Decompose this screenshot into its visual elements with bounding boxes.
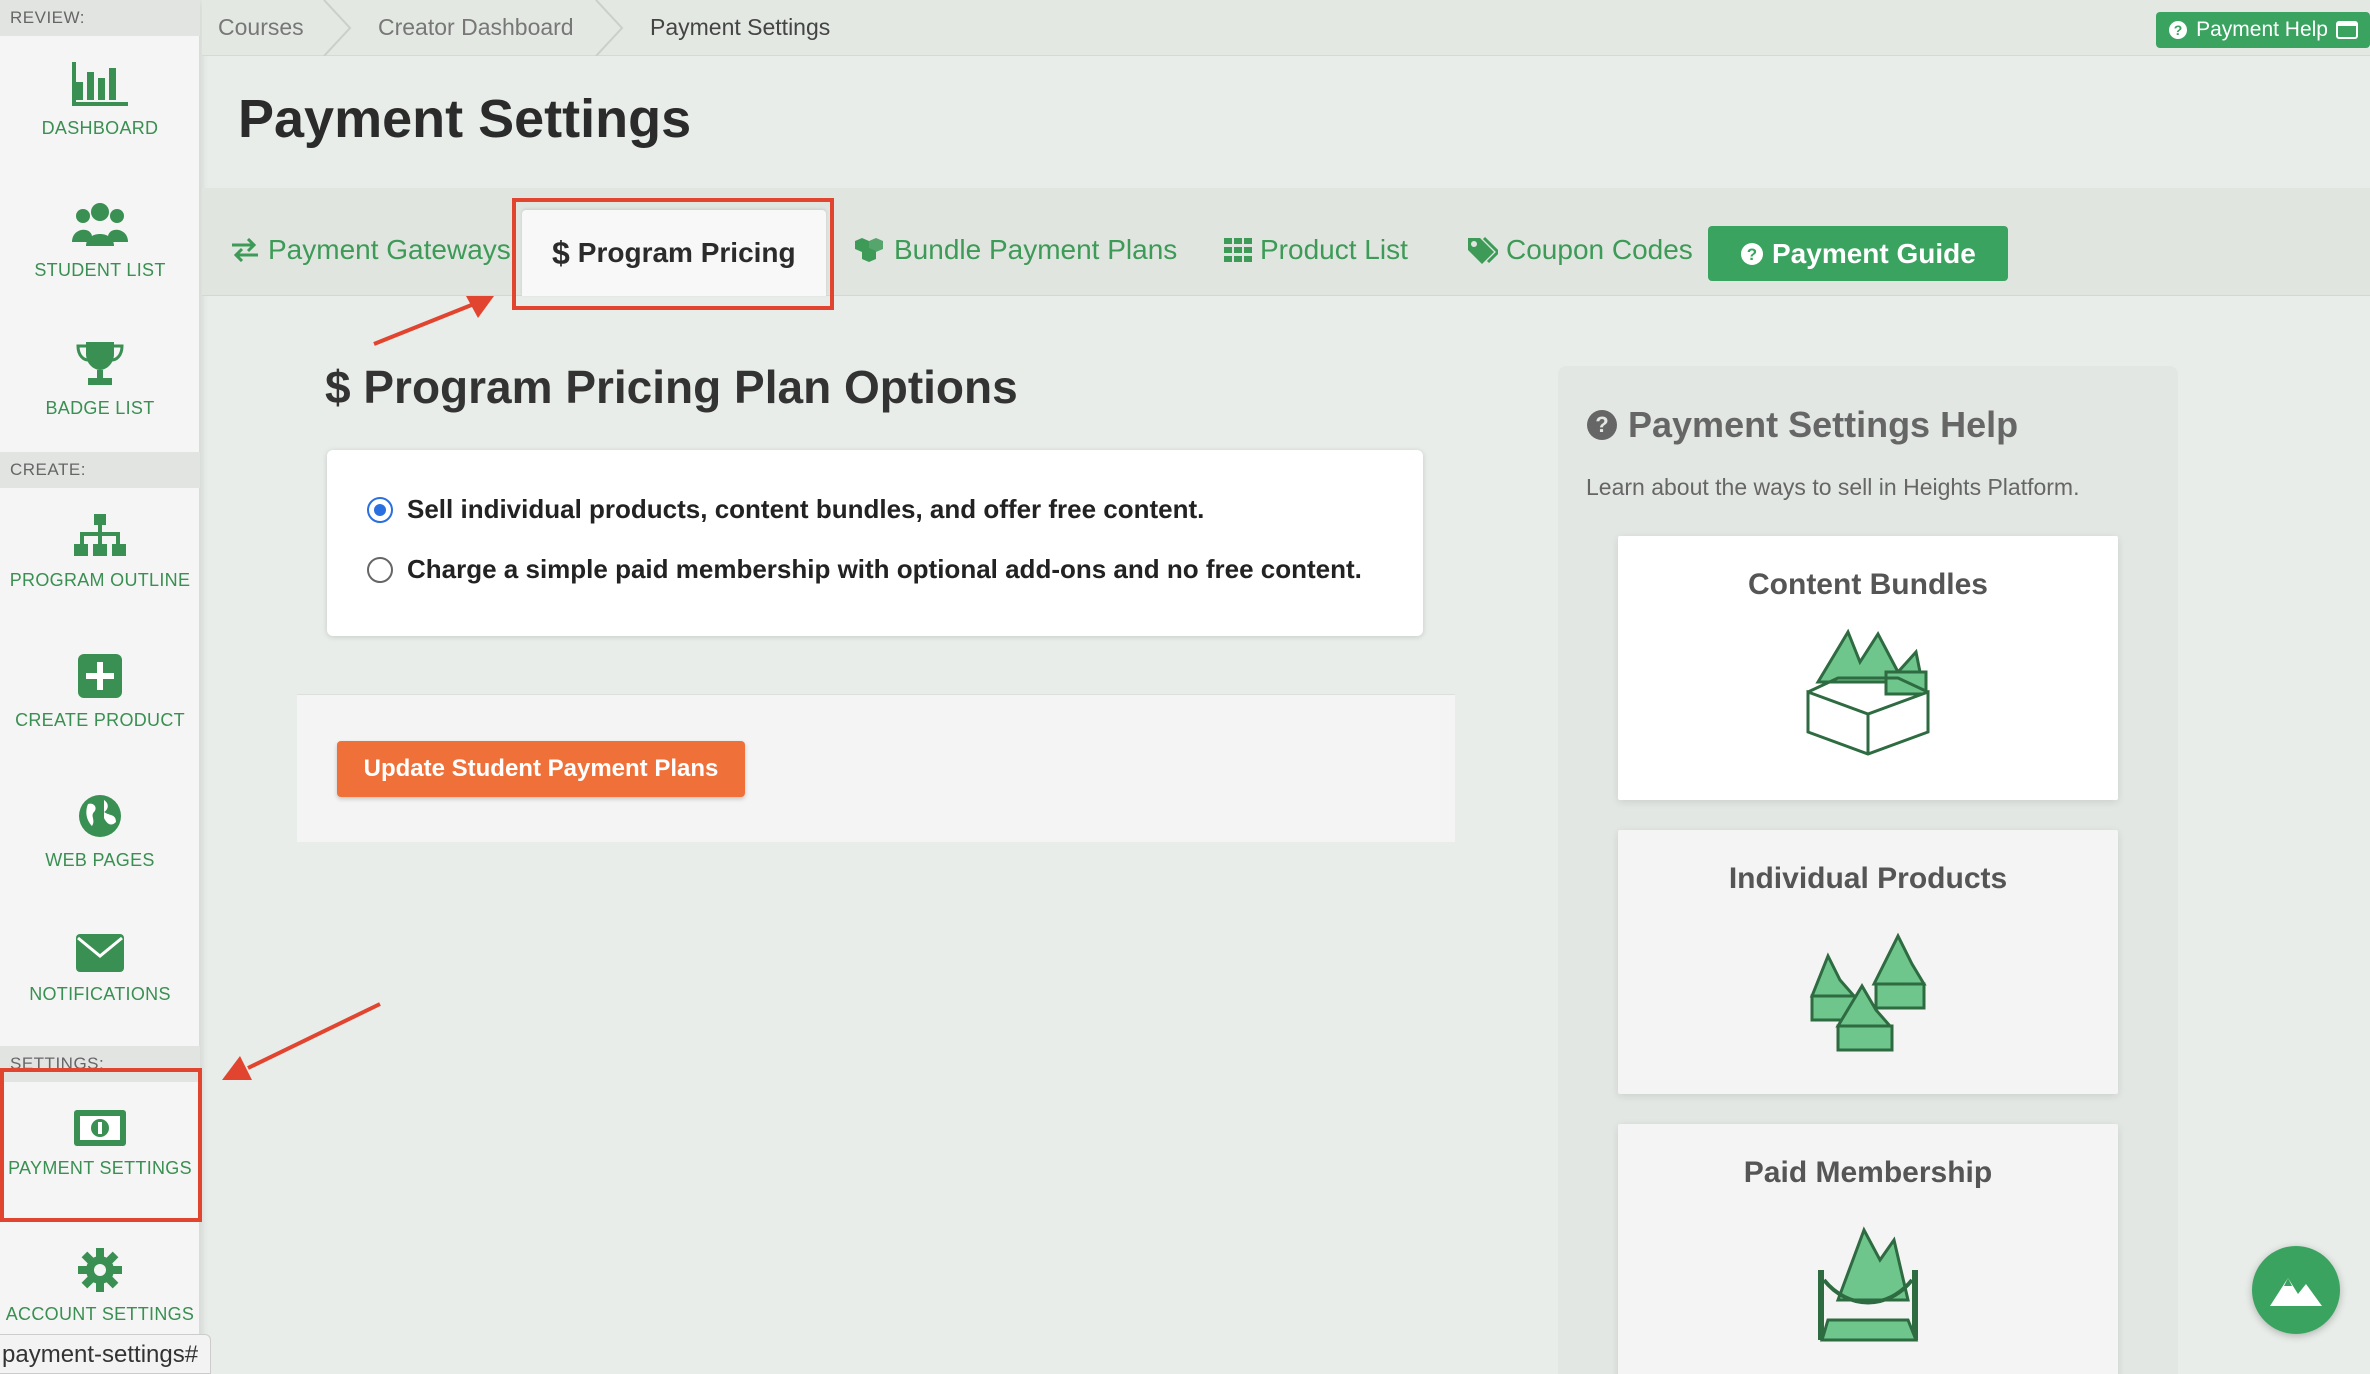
sidebar-item-create-product[interactable]: CREATE PRODUCT [0,654,200,784]
payment-help-label: Payment Help [2196,18,2328,41]
sidebar-item-label: DASHBOARD [41,118,159,138]
payment-help-button[interactable]: ? Payment Help [2156,12,2370,48]
chevron-right-icon [323,0,352,56]
breadcrumb-current: Payment Settings [650,14,831,40]
tab-payment-guide[interactable]: ? Payment Guide [1708,226,2008,281]
gear-icon [78,1248,122,1292]
sidebar-item-label: PROGRAM OUTLINE [9,570,191,590]
help-title: ? Payment Settings Help [1586,404,2018,446]
option-paid-membership[interactable]: Charge a simple paid membership with opt… [367,554,1362,585]
bar-chart-icon [72,62,128,106]
help-card-individual-products[interactable]: Individual Products [1618,830,2118,1094]
heights-launcher-button[interactable] [2252,1246,2340,1334]
sidebar-item-label: STUDENT LIST [34,260,166,280]
sidebar-item-web-pages[interactable]: WEB PAGES [0,794,200,924]
tab-label: Bundle Payment Plans [894,234,1178,265]
sidebar-item-dashboard[interactable]: DASHBOARD [0,62,200,192]
option-label: Charge a simple paid membership with opt… [407,554,1362,584]
chevron-right-icon [595,0,624,56]
section-title-text: Program Pricing Plan Options [363,361,1018,413]
tags-icon [1468,236,1498,264]
status-bar-url: payment-settings# [0,1334,212,1374]
sidebar-item-label: BADGE LIST [45,398,155,418]
tab-payment-gateways[interactable]: Payment Gateways [230,234,511,266]
help-title-text: Payment Settings Help [1628,404,2019,445]
sidebar-section-create: CREATE: [0,452,200,488]
plus-square-icon [78,654,122,698]
question-circle-icon: ? [2169,21,2188,39]
tab-label: Payment Gateways [268,234,511,265]
breadcrumb-courses[interactable]: Courses [218,14,304,41]
payment-settings-help-panel: ? Payment Settings Help Learn about the … [1558,366,2178,1374]
svg-text:?: ? [1595,412,1608,437]
annotation-arrow-icon [222,1002,381,1080]
exchange-icon [232,238,258,262]
tab-label: Coupon Codes [1506,234,1693,265]
pricing-options-card: Sell individual products, content bundle… [327,450,1423,636]
membership-icon [1818,1226,1919,1342]
dollar-icon: $ [325,361,351,413]
grid-icon [1224,238,1252,262]
tab-label: Payment Guide [1772,237,1976,269]
svg-text:?: ? [2174,22,2183,38]
help-card-title: Individual Products [1728,862,2008,895]
sidebar-item-notifications[interactable]: NOTIFICATIONS [0,934,200,1064]
option-label: Sell individual products, content bundle… [407,494,1205,524]
form-actions: Update Student Payment Plans [297,694,1455,842]
sidebar-item-label: WEB PAGES [45,850,155,870]
radio-individual-products[interactable] [367,496,393,523]
annotation-highlight-tab [512,198,834,310]
tab-bundle-payment-plans[interactable]: Bundle Payment Plans [852,234,1177,266]
globe-icon [79,795,121,837]
annotation-highlight-sidebar [0,1068,202,1222]
cubes-icon [855,238,883,262]
breadcrumb: Courses Creator Dashboard Payment Settin… [202,0,2370,56]
window-icon [2336,21,2358,39]
envelope-icon [76,934,124,972]
help-card-title: Paid Membership [1743,1156,1993,1189]
sitemap-icon [74,514,126,556]
section-title: $ Program Pricing Plan Options [325,360,1018,414]
sidebar-item-label: CREATE PRODUCT [15,710,185,730]
help-card-title: Content Bundles [1748,568,1988,601]
tab-label: Product List [1260,234,1408,265]
svg-text:?: ? [1747,245,1757,264]
sidebar-item-badge-list[interactable]: BADGE LIST [0,340,200,470]
help-card-paid-membership[interactable]: Paid Membership [1618,1124,2118,1374]
tab-coupon-codes[interactable]: Coupon Codes [1466,234,1693,266]
sidebar-item-student-list[interactable]: STUDENT LIST [0,200,200,330]
breadcrumb-creator-dashboard[interactable]: Creator Dashboard [378,14,574,41]
page-title: Payment Settings [238,89,692,149]
products-icon [1809,932,1927,1052]
question-circle-icon: ? [1741,242,1763,265]
help-card-content-bundles[interactable]: Content Bundles [1618,536,2118,800]
annotation-arrow-icon [373,296,494,346]
update-payment-plans-button[interactable]: Update Student Payment Plans [337,741,745,797]
users-icon [72,203,128,246]
sidebar-section-review: REVIEW: [0,0,200,36]
tab-product-list[interactable]: Product List [1224,234,1408,266]
help-subtitle: Learn about the ways to sell in Heights … [1586,474,2080,500]
option-individual-products[interactable]: Sell individual products, content bundle… [367,494,1204,525]
trophy-icon [76,342,124,385]
sidebar-item-program-outline[interactable]: PROGRAM OUTLINE [0,514,200,644]
sidebar-item-label: ACCOUNT SETTINGS [5,1304,195,1324]
mountains-icon [2270,1278,2322,1306]
radio-paid-membership[interactable] [367,556,393,583]
question-circle-icon: ? [1587,410,1617,440]
sidebar-item-label: NOTIFICATIONS [29,984,171,1004]
box-of-mountains-icon [1806,628,1930,756]
